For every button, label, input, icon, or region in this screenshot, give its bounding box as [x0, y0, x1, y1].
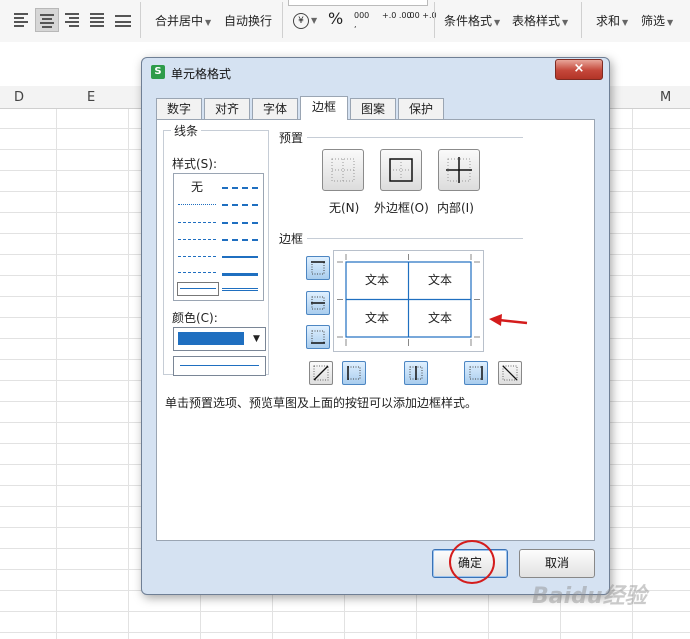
- preset-none-icon: [331, 158, 355, 182]
- preset-outline-icon: [389, 158, 413, 182]
- tab-pattern[interactable]: 图案: [350, 98, 396, 119]
- border-group-title: 边框: [276, 230, 307, 247]
- increase-decimal-button[interactable]: +.0 .00: [382, 11, 412, 20]
- column-header-m[interactable]: M: [660, 90, 671, 105]
- close-button[interactable]: ×: [555, 59, 603, 80]
- border-tab-panel: 线条 样式(S): 无 颜色(C): ▼ 预置 无(N) 外边框(O) 内部(I…: [156, 119, 595, 541]
- line-style-dash-dot[interactable]: [178, 239, 216, 240]
- merge-center-button[interactable]: 合并居中 ▼: [155, 12, 211, 29]
- tab-number[interactable]: 数字: [156, 98, 202, 119]
- justify-icon[interactable]: [90, 11, 108, 27]
- format-cells-dialog: S 单元格格式 × 数字 对齐 字体 边框 图案 保护 线条 样式(S): 无: [141, 57, 610, 595]
- preset-inside-icon: [446, 157, 472, 183]
- preview-cell-text: 文本: [364, 311, 389, 325]
- tab-border[interactable]: 边框: [300, 96, 348, 120]
- border-inside-horizontal-icon: [311, 296, 325, 310]
- percent-button[interactable]: %: [328, 9, 343, 28]
- line-style-dotted[interactable]: [178, 222, 216, 223]
- column-header-d[interactable]: D: [14, 90, 24, 105]
- preset-divider: [307, 137, 523, 138]
- preset-inside-button[interactable]: [438, 149, 480, 191]
- border-top-icon: [311, 261, 325, 275]
- currency-button[interactable]: ¥ ▼: [293, 12, 317, 29]
- diagonal-up-icon: [313, 365, 329, 381]
- color-label: 颜色(C):: [172, 311, 218, 325]
- line-style-double[interactable]: [222, 288, 258, 291]
- thousands-button[interactable]: 000,: [354, 11, 369, 29]
- preset-outline-label: 外边框(O): [374, 201, 429, 215]
- border-inside-horizontal-button[interactable]: [306, 291, 330, 315]
- tab-alignment[interactable]: 对齐: [204, 98, 250, 119]
- border-bottom-icon: [311, 330, 325, 344]
- preset-outline-button[interactable]: [380, 149, 422, 191]
- line-style-dash-dot-dot[interactable]: [178, 256, 216, 257]
- border-diagonal-down-button[interactable]: [498, 361, 522, 385]
- style-label: 样式(S):: [172, 157, 218, 171]
- cancel-button[interactable]: 取消: [519, 549, 595, 578]
- distributed-align-icon[interactable]: [115, 11, 133, 27]
- line-style-medium-dash-dot-dot[interactable]: [222, 222, 258, 224]
- decrease-decimal-button[interactable]: .00 +.0: [407, 11, 437, 20]
- line-style-thick[interactable]: [222, 273, 258, 276]
- watermark-logo: Baidu经验: [532, 584, 647, 609]
- border-left-icon: [347, 366, 361, 380]
- border-left-button[interactable]: [342, 361, 366, 385]
- column-header-e[interactable]: E: [87, 90, 95, 105]
- border-inside-vertical-icon: [409, 366, 423, 380]
- diagonal-down-icon: [502, 365, 518, 381]
- filter-button[interactable]: 筛选 ▼: [641, 12, 673, 29]
- border-diagonal-up-button[interactable]: [309, 361, 333, 385]
- number-format-dropdown[interactable]: [288, 0, 428, 6]
- border-divider: [307, 238, 523, 239]
- line-style-list[interactable]: 无: [173, 173, 264, 301]
- ribbon-toolbar: 合并居中 ▼ 自动换行 ¥ ▼ % 000, +.0 .00 .00 +.0 条件格…: [0, 0, 690, 43]
- tab-font[interactable]: 字体: [252, 98, 298, 119]
- chevron-down-icon[interactable]: ▼: [248, 328, 265, 350]
- annotation-arrow-icon: [489, 314, 528, 326]
- align-center-icon[interactable]: [35, 8, 59, 32]
- dialog-title: 单元格格式: [171, 67, 232, 81]
- preset-group-title: 预置: [276, 129, 307, 146]
- border-right-icon: [469, 366, 483, 380]
- hint-text: 单击预置选项、预览草图及上面的按钮可以添加边框样式。: [165, 396, 478, 410]
- line-group-title: 线条: [171, 122, 202, 139]
- line-style-none[interactable]: 无: [191, 178, 203, 195]
- annotation-circle: [449, 540, 495, 584]
- align-right-icon[interactable]: [65, 11, 83, 27]
- line-style-medium[interactable]: [222, 256, 258, 258]
- align-left-icon[interactable]: [14, 11, 32, 27]
- tab-protection[interactable]: 保护: [398, 98, 444, 119]
- line-style-dashed[interactable]: [178, 272, 216, 273]
- preview-cell-text: 文本: [364, 273, 389, 287]
- app-icon: S: [151, 65, 165, 79]
- wrap-text-button[interactable]: 自动换行: [224, 12, 272, 29]
- color-swatch: [178, 332, 244, 345]
- preset-none-label: 无(N): [329, 201, 360, 215]
- border-inside-vertical-button[interactable]: [404, 361, 428, 385]
- color-dropdown[interactable]: ▼: [173, 327, 266, 351]
- line-style-hair[interactable]: [178, 204, 216, 205]
- line-style-medium-dash-dot[interactable]: [222, 204, 258, 206]
- dialog-titlebar[interactable]: S 单元格格式 ×: [142, 58, 609, 86]
- preview-cell-text: 文本: [427, 273, 452, 287]
- border-top-button[interactable]: [306, 256, 330, 280]
- preview-cell-text: 文本: [427, 311, 452, 325]
- preset-none-button[interactable]: [322, 149, 364, 191]
- table-style-button[interactable]: 表格样式 ▼: [512, 12, 568, 29]
- line-style-thin-selected[interactable]: [177, 282, 219, 296]
- sum-button[interactable]: 求和 ▼: [596, 12, 628, 29]
- border-right-button[interactable]: [464, 361, 488, 385]
- line-style-medium-dashed[interactable]: [222, 187, 258, 189]
- conditional-format-button[interactable]: 条件格式 ▼: [444, 12, 500, 29]
- line-preview: [173, 356, 266, 376]
- currency-icon: ¥: [293, 13, 309, 29]
- border-preview[interactable]: 文本 文本 文本 文本: [333, 250, 484, 352]
- preset-inside-label: 内部(I): [437, 201, 474, 215]
- line-style-slant-dash[interactable]: [222, 239, 258, 241]
- border-bottom-button[interactable]: [306, 325, 330, 349]
